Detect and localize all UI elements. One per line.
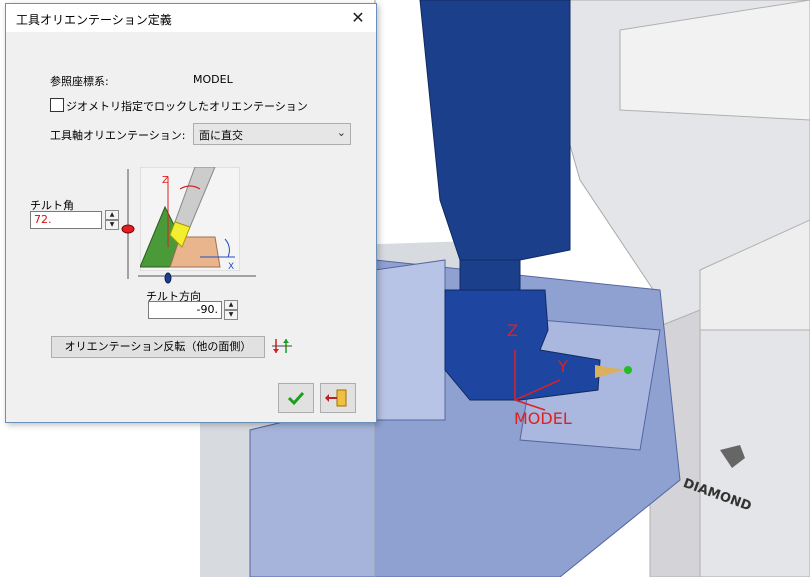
tool-point [624,366,632,374]
cancel-button[interactable] [320,383,356,413]
tilt-direction-input[interactable]: -90. [148,301,222,319]
axis-z-label: Z [507,321,518,340]
tool-orientation-dialog: 工具オリエンテーション定義 ✕ 参照座標系: MODEL ジオメトリ指定でロック… [5,3,377,423]
tilt-slider-thumb[interactable] [121,224,135,234]
tool-axis-value: 面に直交 [199,129,243,142]
chevron-down-icon: ⌄ [336,126,346,139]
workpiece-front [249,399,376,577]
coordinate-system-label: MODEL [514,409,572,428]
tilt-direction-up-button[interactable]: ▲ [224,300,238,310]
reference-frame-label: 参照座標系: [50,75,109,88]
lock-orientation-label[interactable]: ジオメトリ指定でロックしたオリエンテーション [66,98,308,114]
dialog-body: 参照座標系: MODEL ジオメトリ指定でロックしたオリエンテーション 工具軸オ… [6,32,376,422]
tool-axis-select[interactable]: 面に直交 ⌄ [193,123,351,145]
tool-axis-label: 工具軸オリエンテーション: [50,129,186,142]
tilt-angle-value: 72. [34,213,52,226]
tilt-direction-slider[interactable] [136,270,258,286]
workpiece-cavity [374,259,446,421]
close-icon[interactable]: ✕ [344,6,372,30]
lock-orientation-checkbox[interactable] [50,98,64,112]
dialog-title: 工具オリエンテーション定義 [16,13,172,27]
flip-orientation-button[interactable]: オリエンテーション反転（他の面側） [51,336,265,358]
ok-button[interactable] [278,383,314,413]
checkmark-icon [287,391,305,406]
tilt-angle-up-button[interactable]: ▲ [105,210,119,220]
flip-arrows-icon[interactable] [270,337,294,355]
diagram-z-label: Z [162,175,169,186]
tilt-angle-input[interactable]: 72. [30,211,102,229]
axis-y-label: Y [557,357,568,376]
orientation-diagram: Z X [140,167,240,271]
tilt-angle-down-button[interactable]: ▼ [105,220,119,230]
dialog-titlebar[interactable]: 工具オリエンテーション定義 ✕ [6,4,376,32]
tilt-direction-thumb[interactable] [164,272,172,284]
tilt-direction-value: -90. [196,303,218,316]
exit-icon [325,389,347,407]
tilt-direction-down-button[interactable]: ▼ [224,310,238,320]
tilt-angle-slider[interactable] [118,167,138,282]
reference-frame-value: MODEL [193,73,233,86]
